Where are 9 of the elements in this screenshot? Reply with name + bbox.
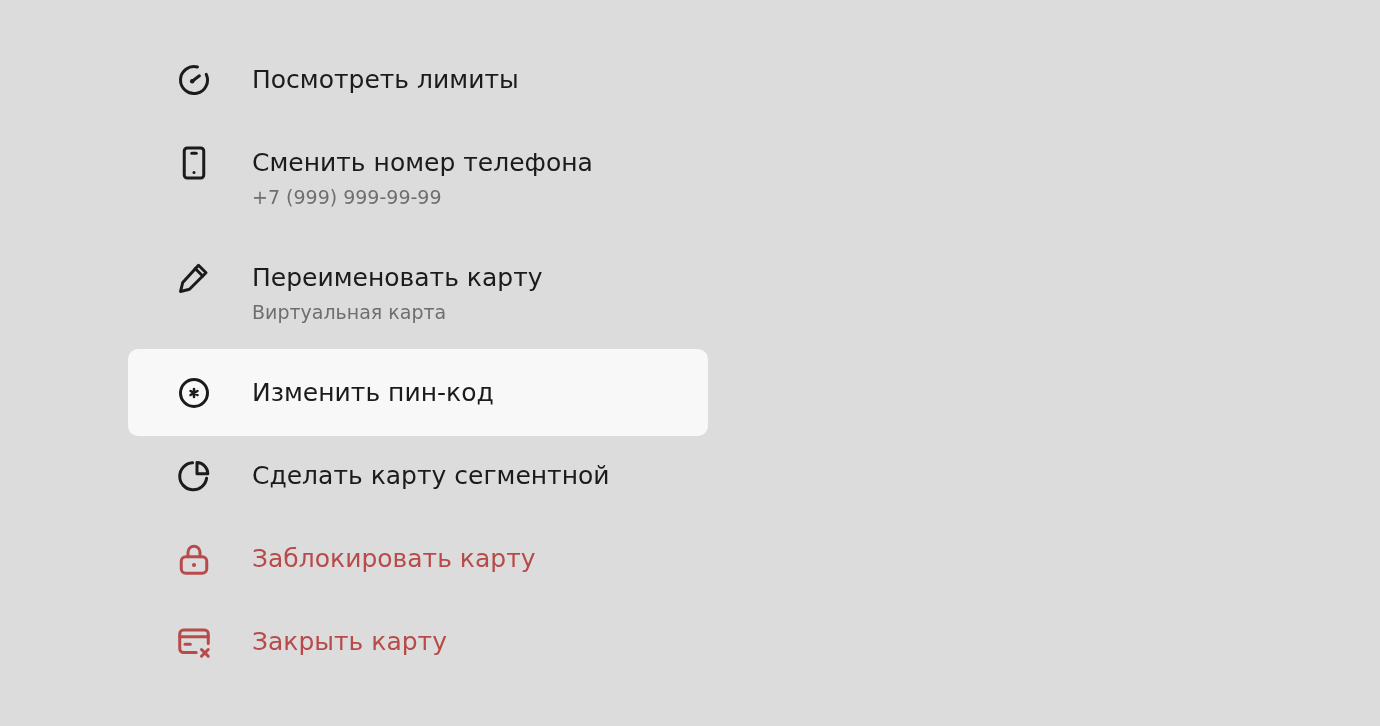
menu-item[interactable]: Сделать карту сегментной: [128, 434, 708, 517]
menu-item-caption: +7 (999) 999-99-99: [252, 187, 443, 207]
menu-item[interactable]: Посмотреть лимиты: [128, 38, 708, 121]
menu-item[interactable]: Изменить пин-код: [128, 349, 708, 436]
menu-item[interactable]: Заблокировать карту: [128, 517, 708, 600]
menu-item[interactable]: Сменить номер телефона +7 (999) 999-99-99: [128, 121, 708, 236]
menu-item-caption: Виртуальная карта: [252, 302, 448, 322]
menu-item[interactable]: Закрыть карту: [128, 600, 708, 683]
menu-item[interactable]: Переименовать карту Виртуальная карта: [128, 236, 708, 351]
